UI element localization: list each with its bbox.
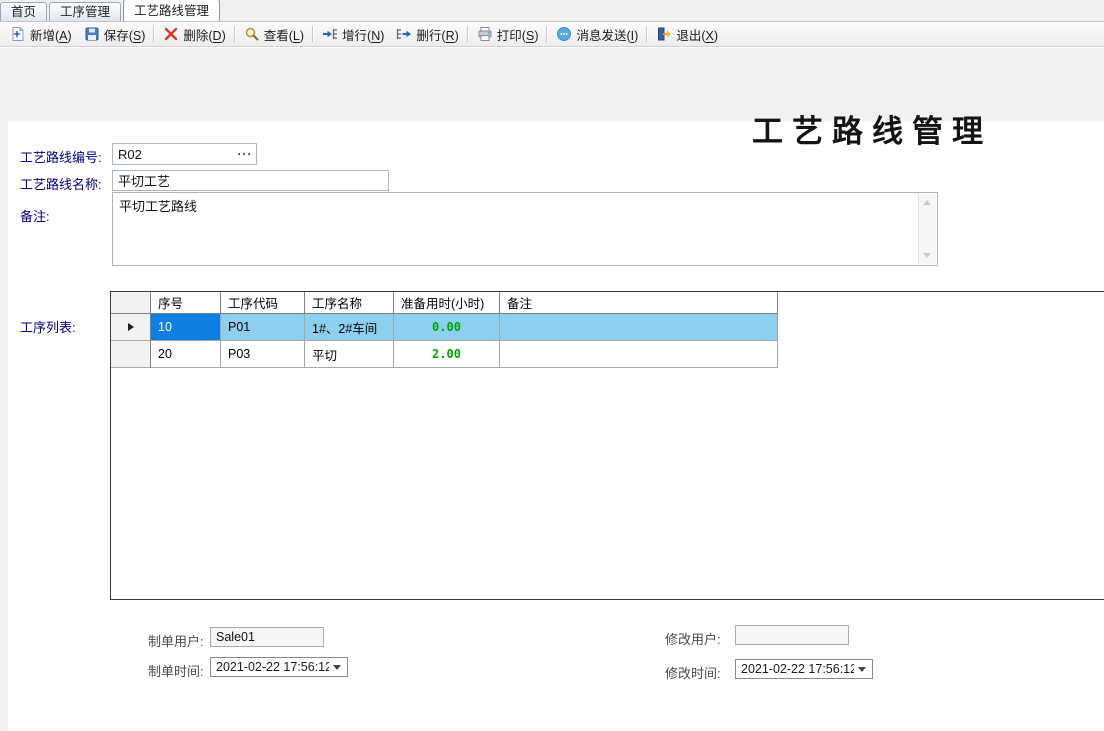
grid-cell[interactable]: 0.00 [394, 314, 500, 341]
modifier-input[interactable] [735, 625, 849, 645]
column-header[interactable]: 工序代码 [221, 292, 305, 314]
toolbar-button-label: 增行(N) [342, 25, 384, 44]
grid-cell[interactable]: 20 [151, 341, 221, 368]
toolbar-button-label: 新增(A) [30, 25, 72, 44]
grid-cell[interactable] [500, 341, 778, 368]
toolbar-button-label: 删除(D) [183, 25, 225, 44]
remark-label: 备注: [20, 206, 50, 225]
modify-time-value: 2021-02-22 17:56:12 [736, 662, 854, 676]
grid-header-row: 序号工序代码工序名称准备用时(小时)备注 [111, 292, 1104, 314]
delete-x-icon [163, 26, 179, 42]
column-header[interactable]: 备注 [500, 292, 778, 314]
tab-process-management[interactable]: 工序管理 [49, 2, 121, 21]
left-margin-strip [0, 121, 8, 731]
tab-bar: 首页工序管理工艺路线管理 [0, 0, 1104, 22]
create-time-picker[interactable]: 2021-02-22 17:56:12 [210, 657, 348, 677]
new-document-icon [10, 26, 26, 42]
column-header[interactable]: 工序名称 [305, 292, 394, 314]
toolbar-separator [646, 26, 648, 42]
toolbar-button-label: 退出(X) [676, 25, 718, 44]
save-icon [84, 26, 100, 42]
grid-corner-cell [111, 292, 151, 314]
add-row-icon [322, 26, 338, 42]
route-name-value: 平切工艺 [113, 171, 170, 190]
remark-textarea[interactable]: 平切工艺路线 [112, 192, 938, 266]
route-code-browse-button[interactable]: ··· [234, 147, 256, 161]
toolbar-button-label: 消息发送(I) [576, 25, 638, 44]
toolbar-separator [153, 26, 155, 42]
title-band: 工艺路线管理 [0, 48, 1104, 121]
process-route-window: 首页工序管理工艺路线管理 新增(A)保存(S)删除(D)查看(L)增行(N)删行… [0, 0, 1104, 731]
route-name-label: 工艺路线名称: [20, 174, 102, 193]
row-indicator-cell[interactable] [111, 341, 151, 368]
route-code-label: 工艺路线编号: [20, 147, 102, 166]
grid-cell[interactable]: 1#、2#车间 [305, 314, 394, 341]
column-header[interactable]: 准备用时(小时) [394, 292, 500, 314]
page-title: 工艺路线管理 [752, 106, 992, 151]
route-code-value: R02 [113, 147, 142, 162]
creator-value: Sale01 [211, 630, 255, 644]
delete-button[interactable]: 删除(D) [157, 23, 231, 46]
column-header[interactable]: 序号 [151, 292, 221, 314]
delete-row-icon [396, 26, 412, 42]
grid-cell[interactable]: 10 [151, 314, 221, 341]
modifier-label: 修改用户: [665, 629, 721, 648]
toolbar-separator [234, 26, 236, 42]
modify-time-picker[interactable]: 2021-02-22 17:56:12 [735, 659, 873, 679]
modify-time-label: 修改时间: [665, 663, 721, 682]
create-time-value: 2021-02-22 17:56:12 [211, 660, 329, 674]
exit-button[interactable]: 退出(X) [650, 23, 724, 46]
save-button[interactable]: 保存(S) [78, 23, 152, 46]
view-button[interactable]: 查看(L) [238, 23, 310, 46]
tab-process-route-management[interactable]: 工艺路线管理 [123, 0, 220, 21]
row-indicator-cell[interactable] [111, 314, 151, 341]
new-button[interactable]: 新增(A) [4, 23, 78, 46]
grid-cell[interactable]: P01 [221, 314, 305, 341]
printer-icon [477, 26, 493, 42]
process-grid: 序号工序代码工序名称准备用时(小时)备注10P011#、2#车间0.0020P0… [110, 291, 1104, 600]
send-message-button[interactable]: 消息发送(I) [550, 23, 644, 46]
toolbar-button-label: 保存(S) [104, 25, 146, 44]
remark-scrollbar[interactable] [918, 194, 936, 264]
remark-value: 平切工艺路线 [119, 196, 913, 215]
grid-cell[interactable] [500, 314, 778, 341]
tab-home[interactable]: 首页 [0, 2, 47, 21]
scroll-down-icon[interactable] [923, 253, 931, 258]
process-list-label: 工序列表: [20, 317, 76, 336]
dropdown-arrow-icon [333, 665, 341, 670]
exit-icon [656, 26, 672, 42]
delete-row-button[interactable]: 删行(R) [390, 23, 464, 46]
route-code-input[interactable]: R02 ··· [112, 143, 257, 165]
toolbar-button-label: 打印(S) [497, 25, 539, 44]
scroll-up-icon[interactable] [923, 200, 931, 205]
add-row-button[interactable]: 增行(N) [316, 23, 390, 46]
grid-cell[interactable]: P03 [221, 341, 305, 368]
magnifier-icon [244, 26, 260, 42]
dropdown-arrow-icon [858, 667, 866, 672]
toolbar-button-label: 查看(L) [264, 25, 304, 44]
message-icon [556, 26, 572, 42]
creator-input[interactable]: Sale01 [210, 627, 324, 647]
toolbar-separator [312, 26, 314, 42]
print-button[interactable]: 打印(S) [471, 23, 545, 46]
grid-cell[interactable]: 2.00 [394, 341, 500, 368]
grid-cell[interactable]: 平切 [305, 341, 394, 368]
table-row[interactable]: 20P03平切2.00 [111, 341, 1104, 368]
toolbar-button-label: 删行(R) [416, 25, 458, 44]
create-time-label: 制单时间: [148, 661, 204, 680]
toolbar: 新增(A) 保存(S) 删除(D) 查看(L) 增行(N) 删行(R) 打印(S) 消息发送(… [0, 22, 1104, 47]
current-row-arrow-icon [128, 323, 134, 331]
toolbar-separator [546, 26, 548, 42]
creator-label: 制单用户: [148, 631, 204, 650]
route-name-input[interactable]: 平切工艺 [112, 170, 389, 191]
table-row[interactable]: 10P011#、2#车间0.00 [111, 314, 1104, 341]
toolbar-separator [467, 26, 469, 42]
